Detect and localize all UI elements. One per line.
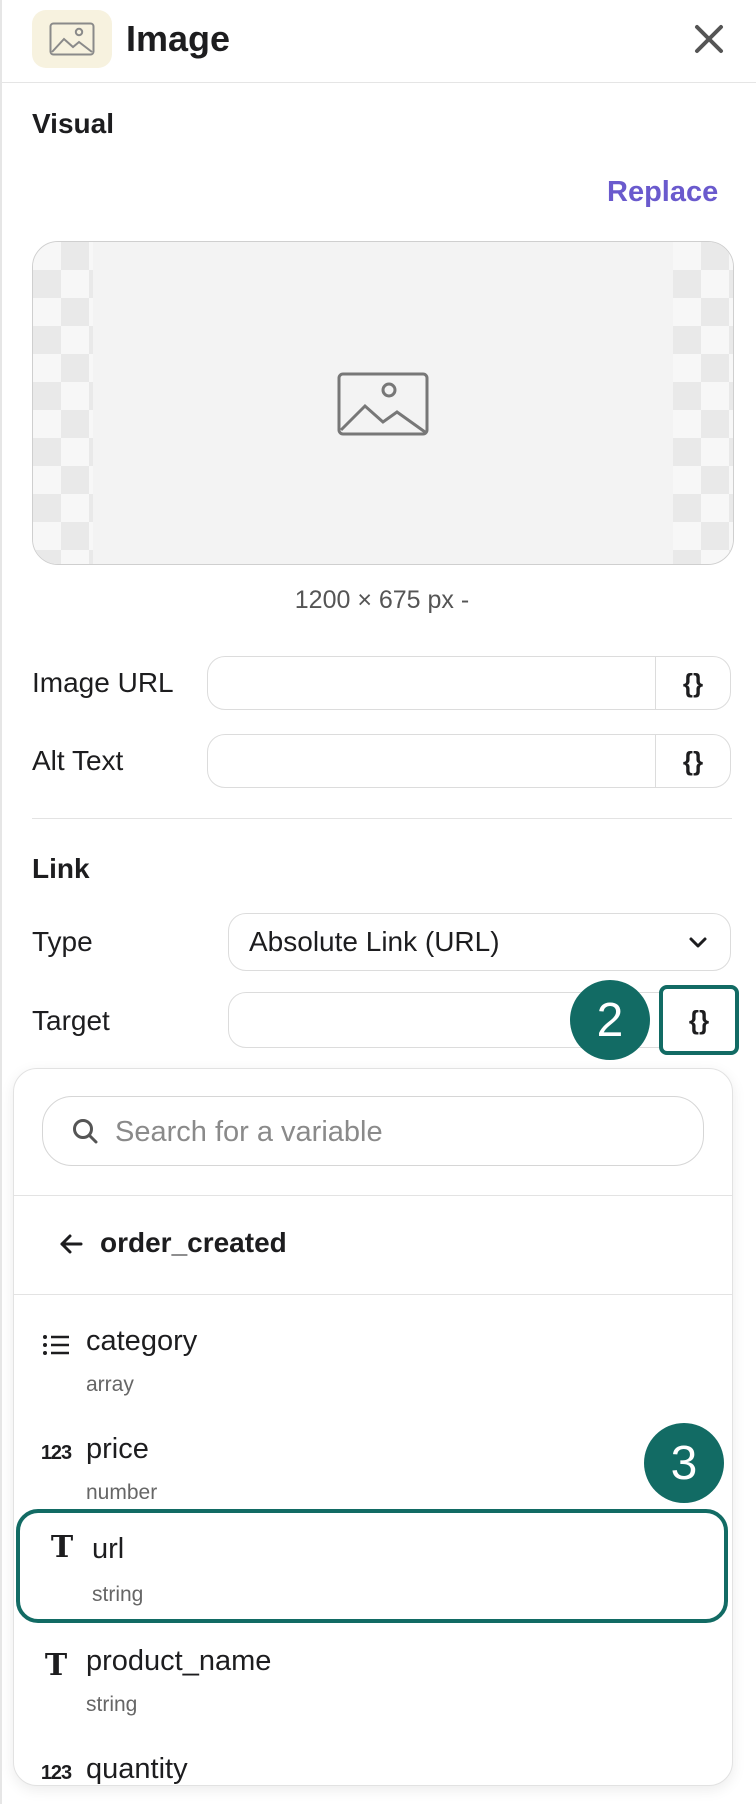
section-divider <box>32 818 732 819</box>
variable-type: array <box>86 1373 134 1396</box>
alt-text-input[interactable] <box>208 735 658 787</box>
image-settings-panel: Image Visual Replace 1200 × 675 px - Ima… <box>0 0 756 1804</box>
variable-name: quantity <box>86 1753 188 1785</box>
variable-type: string <box>86 1693 138 1716</box>
list-icon <box>40 1329 72 1361</box>
panel-title: Image <box>126 18 231 59</box>
image-url-input[interactable] <box>208 657 658 709</box>
step-2-badge: 2 <box>570 980 650 1060</box>
link-type-select[interactable]: Absolute Link (URL) <box>228 913 731 971</box>
number-icon: 123 <box>40 1761 72 1784</box>
type-label: Type <box>32 926 93 957</box>
variable-name: category <box>86 1325 198 1357</box>
variable-item-url[interactable]: T url string <box>16 1509 728 1623</box>
image-dimensions: 1200 × 675 px - <box>294 586 470 614</box>
dropdown-divider <box>14 1294 732 1295</box>
target-variable-button[interactable]: {} <box>659 985 739 1055</box>
variable-item-quantity[interactable]: 123 quantity <box>14 1743 732 1785</box>
back-to-parent-row[interactable]: order_created <box>14 1197 732 1293</box>
step-3-badge: 3 <box>644 1423 724 1503</box>
variable-picker-dropdown: order_created category array 123 price n… <box>13 1068 733 1786</box>
variable-type: number <box>86 1481 158 1504</box>
replace-link[interactable]: Replace <box>607 176 718 209</box>
image-block-icon <box>32 10 112 68</box>
image-url-label: Image URL <box>32 667 174 698</box>
variable-item-product-name[interactable]: T product_name string <box>14 1635 732 1739</box>
image-url-field: {} <box>207 656 731 710</box>
target-input[interactable] <box>228 992 731 1048</box>
close-icon <box>695 25 723 53</box>
dropdown-divider <box>14 1195 732 1196</box>
panel-header: Image <box>2 0 756 83</box>
link-section-title: Link <box>32 853 90 884</box>
number-icon: 123 <box>40 1441 72 1464</box>
transparency-pattern-left <box>33 242 93 564</box>
image-placeholder-icon <box>337 372 429 441</box>
image-preview[interactable] <box>32 241 734 565</box>
search-icon <box>71 1117 99 1150</box>
variable-search-field <box>42 1096 704 1167</box>
variable-item-category[interactable]: category array <box>14 1315 732 1419</box>
variable-name: price <box>86 1433 149 1465</box>
image-url-variable-button[interactable]: {} <box>655 657 730 709</box>
chevron-down-icon <box>686 930 710 959</box>
parent-event-name: order_created <box>100 1227 287 1258</box>
link-type-value: Absolute Link (URL) <box>249 926 500 957</box>
variable-search-input[interactable] <box>113 1097 687 1167</box>
variable-name: product_name <box>86 1645 272 1677</box>
visual-section-title: Visual <box>32 108 114 139</box>
variable-name: url <box>92 1533 125 1565</box>
alt-text-field: {} <box>207 734 731 788</box>
alt-text-label: Alt Text <box>32 745 124 776</box>
text-icon: T <box>44 1647 68 1683</box>
text-icon: T <box>50 1529 74 1565</box>
transparency-pattern-right <box>673 242 733 564</box>
target-label: Target <box>32 1005 110 1036</box>
variable-type: string <box>92 1583 144 1606</box>
close-button[interactable] <box>688 18 730 60</box>
arrow-left-icon <box>58 1231 84 1262</box>
alt-text-variable-button[interactable]: {} <box>655 735 730 787</box>
